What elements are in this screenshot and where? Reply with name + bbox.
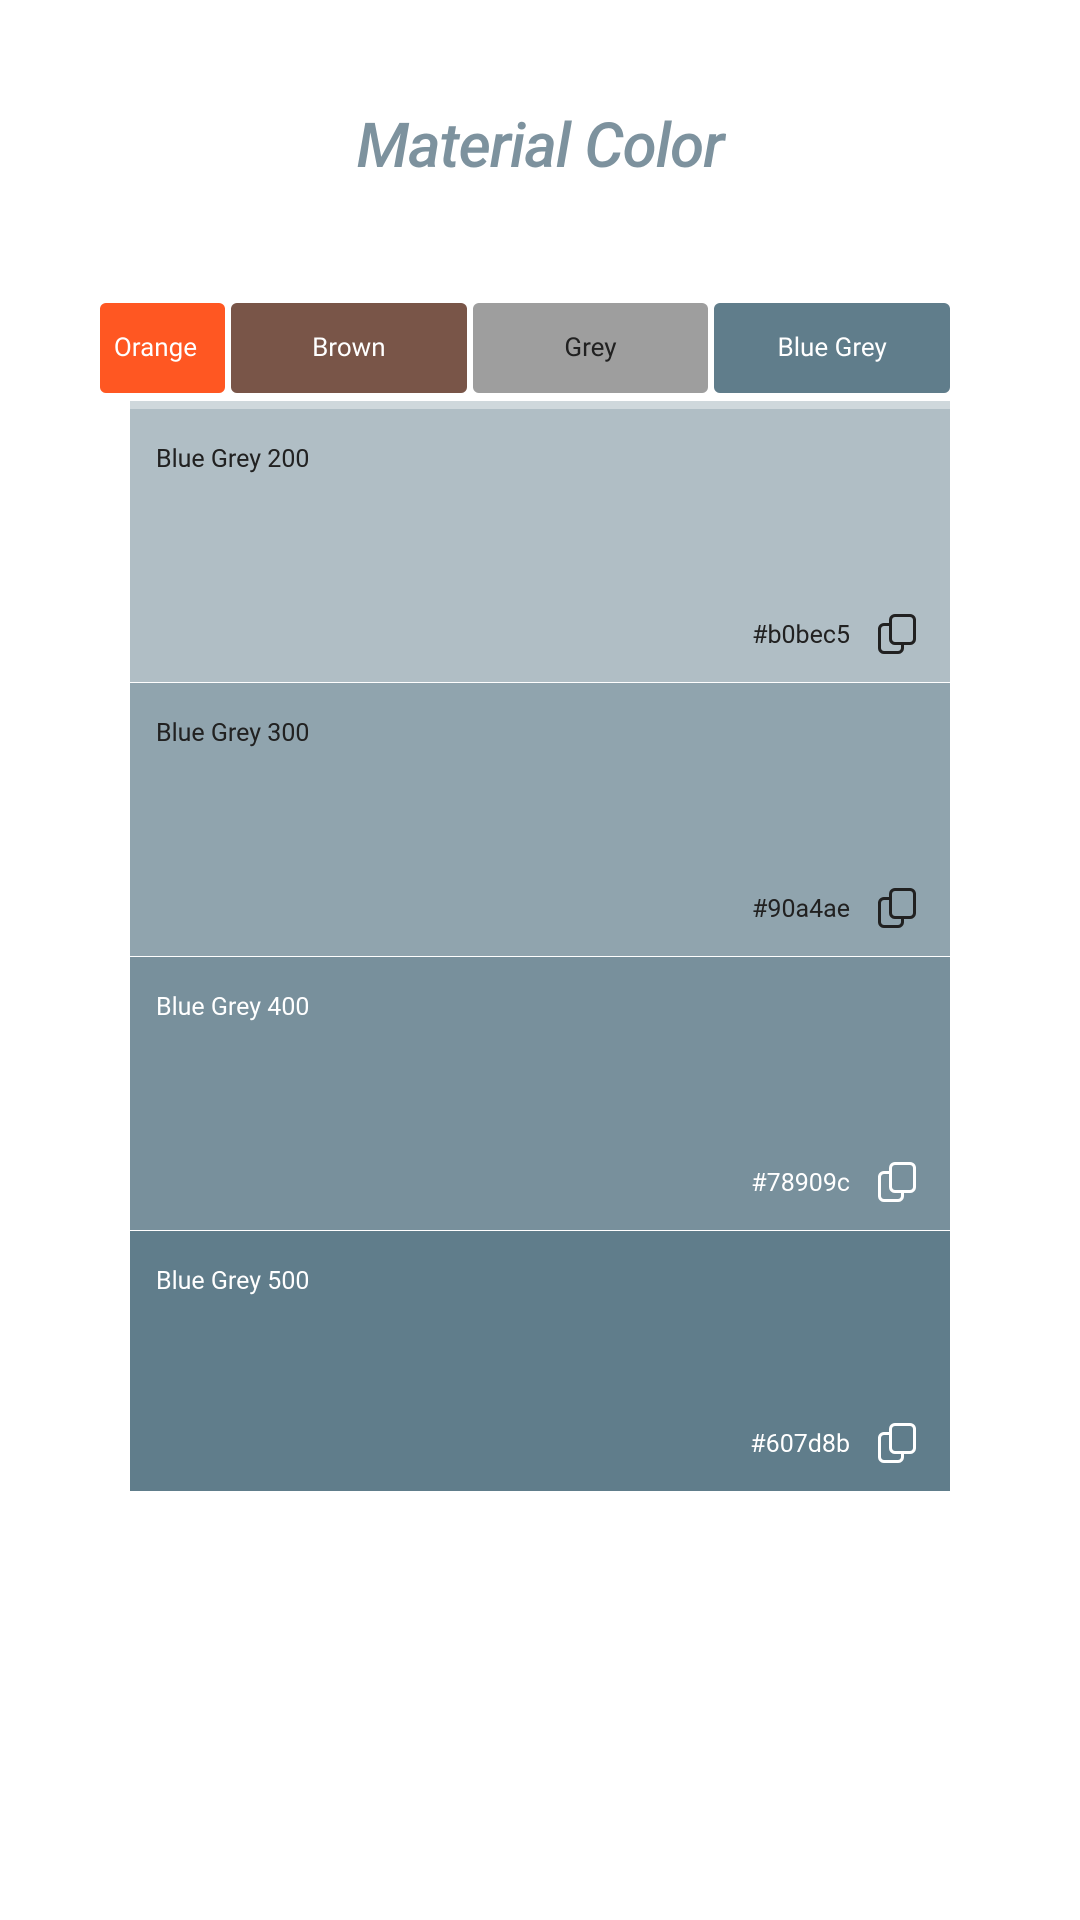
tab-brown[interactable]: Brown: [231, 303, 467, 393]
swatch-footer: #78909c: [156, 1162, 924, 1204]
copy-icon[interactable]: [878, 1423, 918, 1465]
tab-label: Blue Grey: [778, 333, 887, 363]
swatch-name: Blue Grey 200: [156, 445, 924, 474]
swatch-name: Blue Grey 400: [156, 993, 924, 1022]
swatch-hex: #607d8b: [750, 1430, 850, 1459]
swatch-name: Blue Grey 500: [156, 1267, 924, 1296]
copy-icon[interactable]: [878, 1162, 918, 1204]
swatch-footer: #607d8b: [156, 1423, 924, 1465]
swatch-hex: #90a4ae: [752, 895, 850, 924]
tab-label: Grey: [564, 333, 616, 363]
tab-label: Orange: [114, 333, 197, 363]
tab-grey[interactable]: Grey: [473, 303, 709, 393]
swatch-hex: #b0bec5: [752, 621, 850, 650]
color-family-tabs: Orange Brown Grey Blue Grey: [100, 303, 950, 393]
copy-icon[interactable]: [878, 888, 918, 930]
swatch-blue-grey-400: Blue Grey 400 #78909c: [130, 957, 950, 1230]
swatch-hex: #78909c: [751, 1169, 850, 1198]
swatch-footer: #b0bec5: [156, 614, 924, 656]
tab-label: Brown: [312, 333, 385, 363]
swatch-blue-grey-200: Blue Grey 200 #b0bec5: [130, 409, 950, 682]
copy-icon[interactable]: [878, 614, 918, 656]
swatch-blue-grey-500: Blue Grey 500 #607d8b: [130, 1231, 950, 1491]
swatch-list: Blue Grey 200 #b0bec5 Blue Grey 300 #90a…: [130, 401, 950, 1491]
tab-orange[interactable]: Orange: [100, 303, 225, 393]
tab-blue-grey[interactable]: Blue Grey: [714, 303, 950, 393]
swatch-name: Blue Grey 300: [156, 719, 924, 748]
page-title: Material Color: [130, 110, 950, 183]
swatch-blue-grey-300: Blue Grey 300 #90a4ae: [130, 683, 950, 956]
swatch-footer: #90a4ae: [156, 888, 924, 930]
